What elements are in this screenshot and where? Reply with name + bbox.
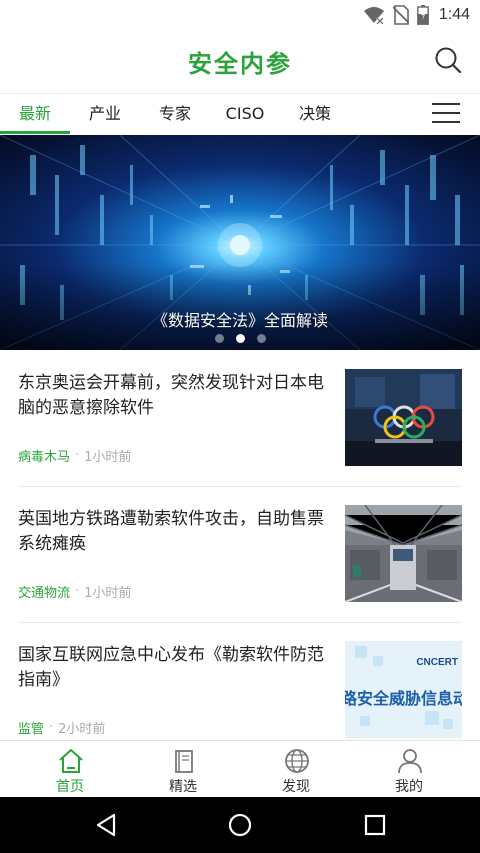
nav-featured[interactable]: 精选 [123,741,243,798]
meta-separator: · [75,584,80,599]
nav-label: 精选 [169,779,197,795]
article-meta: 病毒木马 · 1小时前 [18,446,131,465]
article-title: 英国地方铁路遭勒索软件攻击，自助售票系统瘫痪 [18,509,324,554]
article-thumbnail [345,505,462,602]
tab-industry[interactable]: 产业 [70,94,140,134]
meta-separator: · [75,448,80,463]
search-button[interactable] [434,46,462,74]
article-meta: 监管 · 2小时前 [18,718,105,737]
back-icon[interactable] [92,811,120,839]
no-sim-icon [392,5,409,25]
battery-icon [416,5,429,25]
nav-label: 发现 [282,779,310,795]
carousel-dot[interactable] [214,334,224,343]
wifi-off-icon [363,7,384,24]
tab-experts[interactable]: 专家 [140,94,210,134]
tab-latest[interactable]: 最新 [0,94,70,134]
tab-ciso[interactable]: CISO [210,94,280,134]
search-icon [435,47,462,74]
article-item[interactable]: 英国地方铁路遭勒索软件攻击，自助售票系统瘫痪 交通物流 · 1小时前 [18,487,462,623]
banner-caption: 《数据安全法》全面解读 [151,311,328,330]
article-time: 1小时前 [84,586,132,601]
olympic-rings-image [345,369,462,466]
menu-icon [432,103,460,105]
person-icon [398,749,422,774]
carousel-dot-active[interactable] [235,334,245,343]
globe-icon [285,749,309,773]
thumb-logo: CNCERT [416,657,458,668]
recents-icon[interactable] [361,811,389,839]
article-tag[interactable]: 病毒木马 [18,446,70,465]
thumb-text: 路安全威胁信息动 [345,689,462,708]
home-icon [59,749,83,773]
nav-label: 我的 [395,779,423,795]
article-thumbnail [345,369,462,466]
article-item[interactable]: 国家互联网应急中心发布《勒索软件防范指南》 监管 · 2小时前 CNCERT 路… [18,623,462,759]
article-title: 国家互联网应急中心发布《勒索软件防范指南》 [18,645,324,690]
book-icon [175,750,193,773]
nav-label: 首页 [56,779,84,795]
article-time: 1小时前 [84,450,132,465]
carousel-dots [0,334,480,343]
home-circle-icon[interactable] [226,811,254,839]
article-tag[interactable]: 监管 [18,718,44,737]
menu-button[interactable] [432,103,460,125]
carousel-dot[interactable] [256,334,266,343]
nav-discover[interactable]: 发现 [236,741,356,798]
article-meta: 交通物流 · 1小时前 [18,582,131,601]
active-tab-indicator [0,131,70,134]
tab-decision[interactable]: 决策 [280,94,350,134]
nav-profile[interactable]: 我的 [349,741,469,798]
category-tabs: 最新 产业 专家 CISO 决策 [0,93,480,135]
status-icons: 1:44 [363,4,470,26]
article-tag[interactable]: 交通物流 [18,582,70,601]
app-header: 安全内参 [0,30,480,93]
article-item[interactable]: 东京奥运会开幕前，突然发现针对日本电脑的恶意擦除软件 病毒木马 · 1小时前 [18,351,462,487]
train-station-image [345,505,462,602]
meta-separator: · [49,720,54,735]
bottom-navigation: 首页 精选 发现 我的 [0,740,480,797]
nav-home[interactable]: 首页 [10,741,130,798]
article-title: 东京奥运会开幕前，突然发现针对日本电脑的恶意擦除软件 [18,373,324,418]
system-navigation-bar [0,797,480,853]
article-thumbnail: CNCERT 路安全威胁信息动 [345,641,462,738]
status-time: 1:44 [438,6,470,23]
app-title: 安全内参 [188,49,292,78]
status-bar: 1:44 [0,0,480,30]
banner-carousel[interactable]: 《数据安全法》全面解读 [0,135,480,350]
app-screen: 1:44 安全内参 最新 产业 专家 CISO 决策 《数据安全法》全面解读 东… [0,0,480,853]
article-time: 2小时前 [58,722,106,737]
